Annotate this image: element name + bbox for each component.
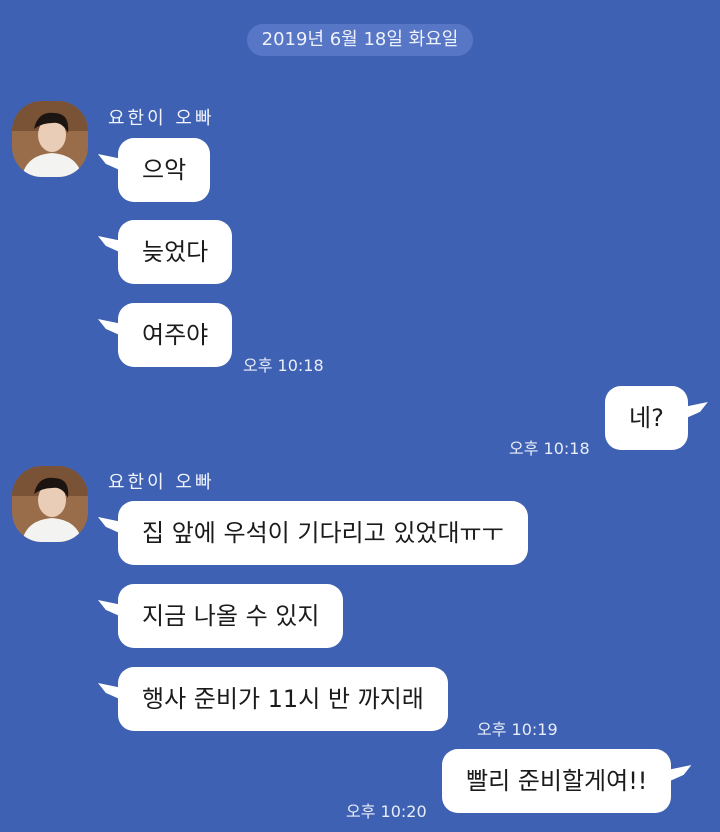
message-bubble[interactable]: 네?	[605, 386, 688, 450]
avatar[interactable]	[12, 466, 88, 542]
message-time: 오후 10:18	[243, 356, 324, 375]
message-time: 오후 10:19	[477, 720, 558, 739]
message-bubble[interactable]: 여주야	[118, 303, 233, 367]
sender-name: 요한이 오빠	[108, 108, 215, 129]
message-bubble[interactable]: 으악	[118, 138, 211, 202]
message-bubble[interactable]: 늦었다	[118, 220, 233, 284]
message-bubble[interactable]: 지금 나올 수 있지	[118, 584, 344, 648]
avatar[interactable]	[12, 101, 88, 177]
message-bubble[interactable]: 빨리 준비할게여!!	[442, 749, 672, 813]
message-time: 오후 10:18	[509, 439, 590, 458]
sender-name: 요한이 오빠	[108, 472, 215, 493]
date-separator: 2019년 6월 18일 화요일	[247, 24, 473, 56]
message-time: 오후 10:20	[346, 802, 427, 821]
message-bubble[interactable]: 집 앞에 우석이 기다리고 있었대ㅠㅜ	[118, 501, 528, 565]
message-bubble[interactable]: 행사 준비가 11시 반 까지래	[118, 667, 448, 731]
